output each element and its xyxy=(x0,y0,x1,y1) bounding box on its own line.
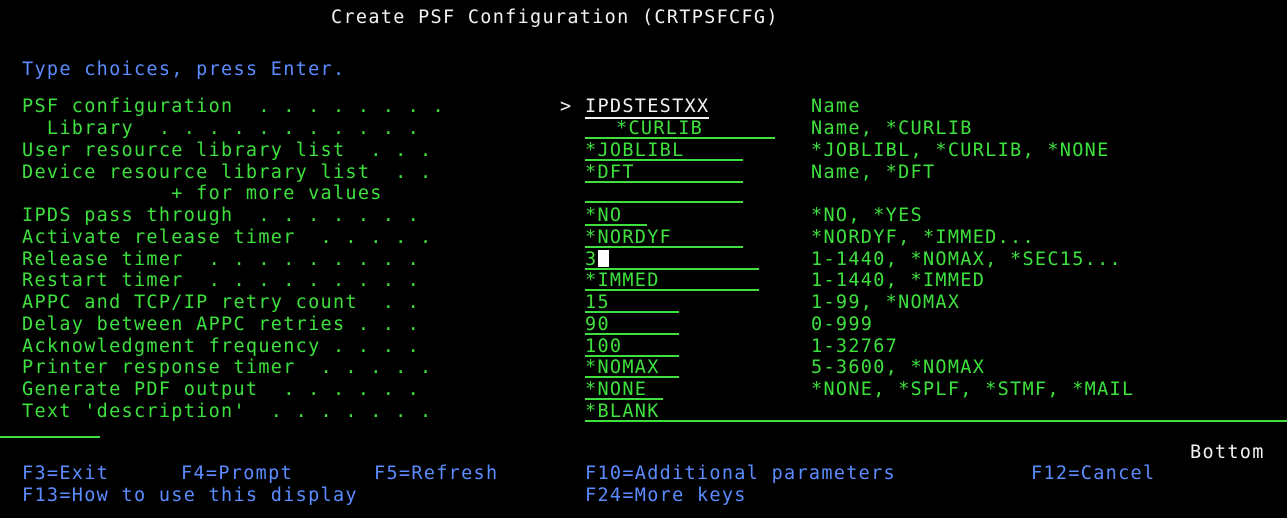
label-retry-count: APPC and TCP/IP retry count . . xyxy=(22,292,421,313)
label-user-resource-library-list: User resource library list . . . xyxy=(22,140,433,161)
text-cursor xyxy=(598,250,610,267)
delay-between-retries-input[interactable]: 90 xyxy=(585,314,679,335)
hint-device-resource-library: Name, *DFT xyxy=(811,162,936,183)
f4-prompt-key[interactable]: F4=Prompt xyxy=(181,463,293,484)
label-text-description: Text 'description' . . . . . . . xyxy=(22,401,433,422)
more-values-input[interactable] xyxy=(585,201,743,203)
hint-release-timer: 1-1440, *NOMAX, *SEC15... xyxy=(811,249,1122,270)
hint-printer-response-timer: 5-3600, *NOMAX xyxy=(811,357,986,378)
hint-generate-pdf-output: *NONE, *SPLF, *STMF, *MAIL xyxy=(811,379,1135,400)
label-ipds-pass-through: IPDS pass through . . . . . . . xyxy=(22,205,421,226)
printer-response-timer-input[interactable]: *NOMAX xyxy=(585,357,679,378)
label-delay-between-retries: Delay between APPC retries . . . xyxy=(22,314,421,335)
hint-restart-timer: 1-1440, *IMMED xyxy=(811,270,986,291)
ipds-pass-through-input[interactable]: *NO xyxy=(585,205,647,226)
label-library: Library . . . . . . . . . . . xyxy=(22,118,421,139)
hint-library: Name, *CURLIB xyxy=(811,118,973,139)
activate-release-timer-input[interactable]: *NORDYF xyxy=(585,227,743,248)
hint-psf-configuration: Name xyxy=(811,96,861,117)
label-release-timer: Release timer . . . . . . . . . xyxy=(22,249,421,270)
required-marker: > xyxy=(560,96,573,117)
terminal-screen: Create PSF Configuration (CRTPSFCFG) Typ… xyxy=(0,0,1287,518)
f13-help-key[interactable]: F13=How to use this display xyxy=(22,485,358,506)
status-bottom: Bottom xyxy=(1190,442,1265,463)
label-device-resource-library-list: Device resource library list . . xyxy=(22,162,433,183)
user-resource-library-input[interactable]: *JOBLIBL xyxy=(585,140,743,161)
device-resource-library-input[interactable]: *DFT xyxy=(585,162,743,183)
f3-exit-key[interactable]: F3=Exit xyxy=(22,463,109,484)
hint-acknowledgment-frequency: 1-32767 xyxy=(811,336,899,357)
label-acknowledgment-frequency: Acknowledgment frequency . . . . xyxy=(22,336,421,357)
instruction-text: Type choices, press Enter. xyxy=(22,59,346,80)
retry-count-input[interactable]: 15 xyxy=(585,292,679,313)
f5-refresh-key[interactable]: F5=Refresh xyxy=(374,463,498,484)
page-title: Create PSF Configuration (CRTPSFCFG) xyxy=(331,7,779,28)
text-description-input[interactable]: *BLANK xyxy=(585,401,1287,422)
hint-activate-release-timer: *NORDYF, *IMMED... xyxy=(811,227,1035,248)
generate-pdf-output-input[interactable]: *NONE xyxy=(585,379,663,400)
label-restart-timer: Restart timer . . . . . . . . . xyxy=(22,270,421,291)
release-timer-value: 3 xyxy=(585,249,598,270)
library-input[interactable]: *CURLIB xyxy=(585,118,775,139)
hint-user-resource-library: *JOBLIBL, *CURLIB, *NONE xyxy=(811,140,1110,161)
f10-additional-parameters-key[interactable]: F10=Additional parameters xyxy=(585,463,896,484)
hint-retry-count: 1-99, *NOMAX xyxy=(811,292,961,313)
label-generate-pdf-output: Generate PDF output . . . . . . xyxy=(22,379,421,400)
command-line-input[interactable] xyxy=(0,436,100,438)
hint-delay-between-retries: 0-999 xyxy=(811,314,874,335)
psf-configuration-input[interactable]: IPDSTESTXX xyxy=(585,96,710,119)
hint-ipds-pass-through: *NO, *YES xyxy=(811,205,923,226)
label-activate-release-timer: Activate release timer . . . . . xyxy=(22,227,433,248)
restart-timer-input[interactable]: *IMMED xyxy=(585,270,759,291)
label-printer-response-timer: Printer response timer . . . . . xyxy=(22,357,433,378)
f24-more-keys-key[interactable]: F24=More keys xyxy=(585,485,747,506)
label-more-values: + for more values xyxy=(22,183,383,204)
label-psf-configuration: PSF configuration . . . . . . . . xyxy=(22,96,445,117)
f12-cancel-key[interactable]: F12=Cancel xyxy=(1031,463,1155,484)
release-timer-input[interactable]: 3 xyxy=(585,249,759,270)
acknowledgment-frequency-input[interactable]: 100 xyxy=(585,336,679,357)
